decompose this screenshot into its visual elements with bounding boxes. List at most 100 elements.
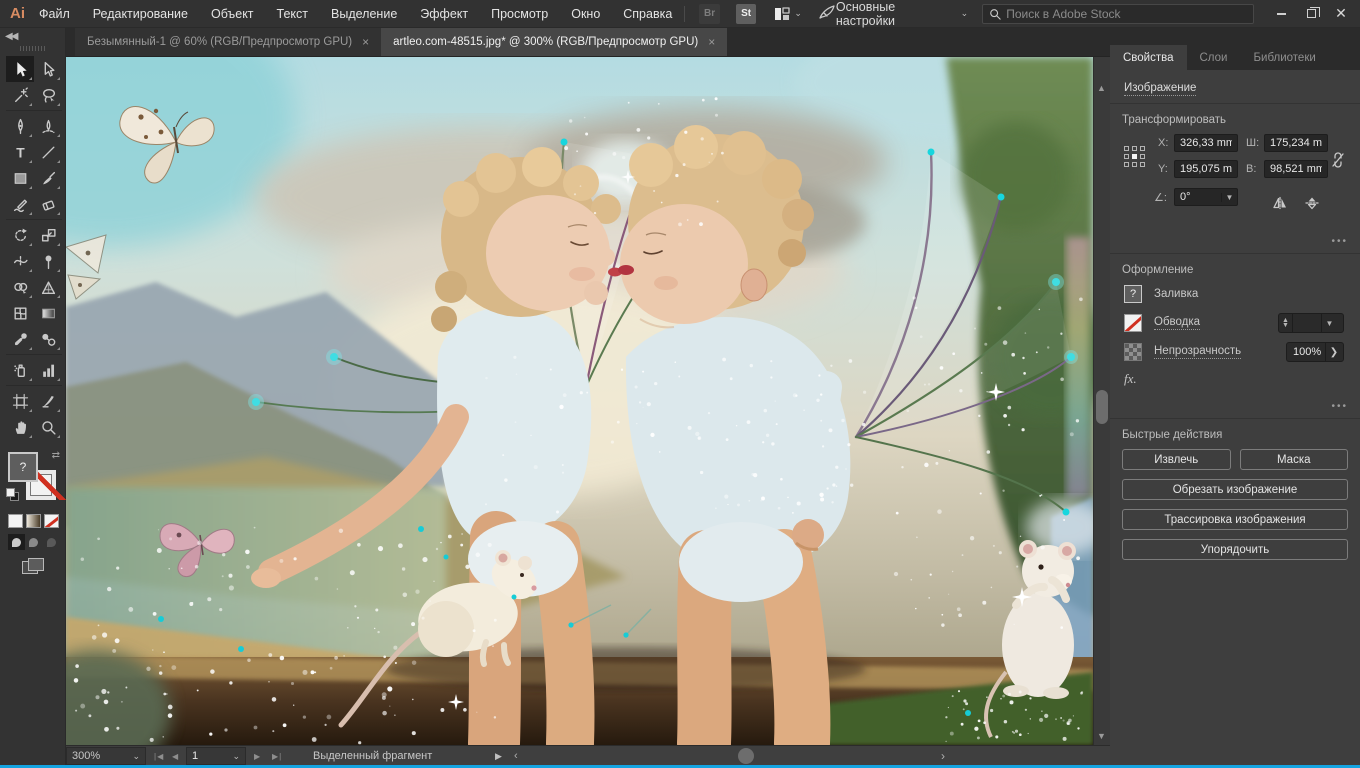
search-input[interactable] — [1006, 7, 1247, 21]
column-graph-tool[interactable] — [34, 357, 62, 383]
rotation-select[interactable]: 0° ▼ — [1174, 188, 1238, 206]
status-back-button[interactable]: ‹ — [514, 746, 518, 766]
close-tab-icon[interactable]: × — [362, 35, 369, 49]
screen-mode-button[interactable] — [22, 558, 44, 574]
close-button[interactable]: ✕ — [1326, 1, 1356, 27]
flip-horizontal-button[interactable] — [1272, 196, 1288, 213]
default-fill-stroke-icon[interactable] — [6, 488, 18, 500]
flip-vertical-button[interactable] — [1304, 196, 1320, 213]
horizontal-scroll-thumb[interactable] — [738, 748, 754, 764]
height-input[interactable] — [1264, 160, 1328, 178]
paintbrush-tool[interactable] — [34, 165, 62, 191]
first-artboard-button[interactable]: |◀ — [154, 746, 164, 766]
magic-wand-tool[interactable] — [6, 82, 34, 108]
crop-image-button[interactable]: Обрезать изображение — [1122, 479, 1348, 500]
mask-button[interactable]: Маска — [1240, 449, 1349, 470]
width-input[interactable] — [1264, 134, 1328, 152]
bridge-icon[interactable]: Br — [699, 4, 720, 24]
toolbar-collapse-button[interactable]: ◀◀ — [5, 31, 16, 42]
stroke-width-control[interactable]: ▲▼ ▼ — [1278, 313, 1344, 333]
gradient-tool[interactable] — [34, 300, 62, 326]
mesh-tool[interactable] — [6, 300, 34, 326]
stroke-link[interactable]: Обводка — [1154, 316, 1200, 330]
menu-item-view[interactable]: Просмотр — [491, 7, 548, 21]
artboard-navigation-select[interactable]: ⌄ — [186, 747, 246, 765]
swap-fill-stroke-icon[interactable]: ⇄ — [52, 450, 60, 461]
artboard-tool[interactable] — [6, 388, 34, 414]
draw-inside-mode[interactable] — [43, 534, 60, 550]
pen-tool[interactable] — [6, 113, 34, 139]
symbol-sprayer-tool[interactable] — [6, 357, 34, 383]
object-type-link[interactable]: Изображение — [1124, 82, 1196, 96]
zoom-tool[interactable] — [34, 414, 62, 440]
hand-tool[interactable] — [6, 414, 34, 440]
transform-more-options[interactable]: ••• — [1331, 236, 1348, 247]
y-input[interactable] — [1174, 160, 1238, 178]
type-tool[interactable]: T — [6, 139, 34, 165]
stock-icon[interactable]: St — [736, 4, 757, 24]
menu-item-file[interactable]: Файл — [39, 7, 70, 21]
last-artboard-button[interactable]: ▶| — [272, 746, 282, 766]
draw-normal-mode[interactable] — [8, 534, 25, 550]
slice-tool[interactable] — [34, 388, 62, 414]
document-tab-artleo[interactable]: artleo.com-48515.jpg* @ 300% (RGB/Предпр… — [381, 28, 727, 56]
vertical-scrollbar[interactable]: ▲ ▼ — [1093, 57, 1110, 745]
none-button[interactable] — [44, 514, 59, 528]
fill-swatch[interactable]: ? — [1124, 285, 1142, 303]
workspace-switcher[interactable]: Основные настройки ⌄ — [836, 0, 968, 28]
minimize-button[interactable] — [1266, 1, 1296, 27]
opacity-link[interactable]: Непрозрачность — [1154, 345, 1241, 359]
lasso-tool[interactable] — [34, 82, 62, 108]
canvas[interactable] — [66, 57, 1093, 745]
arrange-button[interactable]: Упорядочить — [1122, 539, 1348, 560]
share-rocket-button[interactable] — [818, 4, 836, 23]
puppet-warp-tool[interactable] — [34, 248, 62, 274]
link-dimensions-toggle[interactable] — [1330, 150, 1346, 173]
vertical-scroll-thumb[interactable] — [1096, 390, 1108, 424]
appearance-more-options[interactable]: ••• — [1331, 401, 1348, 412]
menu-item-type[interactable]: Текст — [277, 7, 308, 21]
selection-tool[interactable] — [6, 56, 34, 82]
x-input[interactable] — [1174, 134, 1238, 152]
artboard-number-input[interactable] — [192, 749, 216, 763]
scroll-down-icon[interactable]: ▼ — [1097, 731, 1106, 741]
menu-item-select[interactable]: Выделение — [331, 7, 397, 21]
reference-point-selector[interactable] — [1124, 146, 1146, 168]
curvature-tool[interactable] — [34, 113, 62, 139]
tab-layers[interactable]: Слои — [1187, 45, 1241, 70]
rotate-tool[interactable] — [6, 222, 34, 248]
menu-item-effect[interactable]: Эффект — [420, 7, 468, 21]
width-tool[interactable] — [6, 248, 34, 274]
status-menu-button[interactable]: ▶ — [495, 746, 502, 766]
previous-artboard-button[interactable]: ◀ — [172, 746, 179, 766]
tab-properties[interactable]: Свойства — [1110, 45, 1187, 70]
document-tab-untitled[interactable]: Безымянный-1 @ 60% (RGB/Предпросмотр GPU… — [75, 28, 381, 56]
shaper-tool[interactable] — [6, 191, 34, 217]
opacity-control[interactable]: 100% ❯ — [1286, 342, 1344, 362]
restore-button[interactable] — [1296, 1, 1326, 27]
menu-item-object[interactable]: Объект — [211, 7, 254, 21]
direct-selection-tool[interactable] — [34, 56, 62, 82]
scroll-up-icon[interactable]: ▲ — [1097, 83, 1106, 93]
scale-tool[interactable] — [34, 222, 62, 248]
opacity-swatch-icon[interactable] — [1124, 343, 1142, 361]
line-segment-tool[interactable] — [34, 139, 62, 165]
eyedropper-tool[interactable] — [6, 326, 34, 352]
shape-builder-tool[interactable] — [6, 274, 34, 300]
blend-tool[interactable] — [34, 326, 62, 352]
stroke-swatch[interactable] — [1124, 314, 1142, 332]
zoom-level-select[interactable]: 300% ⌄ — [66, 747, 146, 765]
image-trace-button[interactable]: Трассировка изображения — [1122, 509, 1348, 530]
extract-button[interactable]: Извлечь — [1122, 449, 1231, 470]
perspective-grid-tool[interactable] — [34, 274, 62, 300]
hscroll-right-button[interactable]: › — [941, 746, 945, 766]
rectangle-tool[interactable] — [6, 165, 34, 191]
tab-libraries[interactable]: Библиотеки — [1240, 45, 1328, 70]
eraser-tool[interactable] — [34, 191, 62, 217]
fill-swatch-unknown[interactable]: ? — [8, 452, 38, 482]
menu-item-help[interactable]: Справка — [623, 7, 672, 21]
menu-item-window[interactable]: Окно — [571, 7, 600, 21]
close-tab-icon[interactable]: × — [708, 35, 715, 49]
toolbar-drag-handle[interactable] — [20, 46, 46, 51]
color-button[interactable] — [8, 514, 23, 528]
